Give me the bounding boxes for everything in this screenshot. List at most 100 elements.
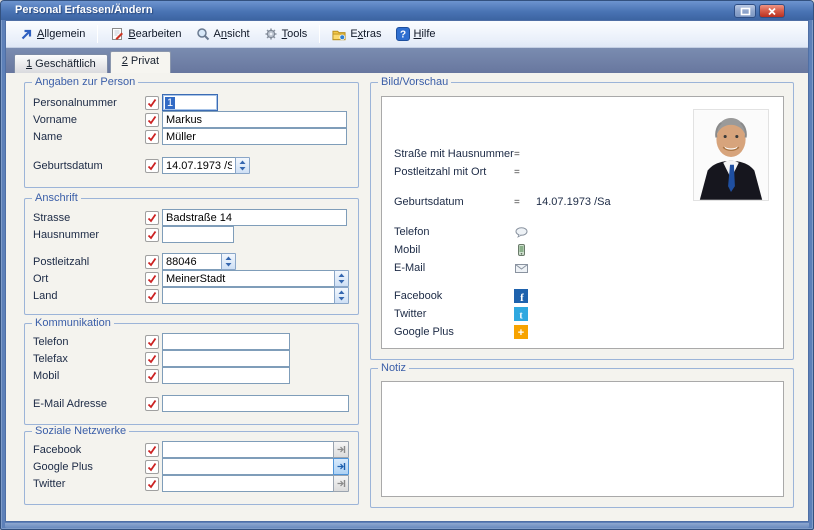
open-link-icon <box>337 479 346 488</box>
twitter-open-button[interactable] <box>333 475 349 492</box>
twitter-icon[interactable]: t <box>514 307 528 321</box>
preview-label: Geburtsdatum <box>394 196 514 208</box>
preview-label: Telefon <box>394 226 514 238</box>
preview-value: 14.07.1973 /Sa <box>536 196 611 208</box>
ansicht-button[interactable]: Ansicht <box>189 24 257 44</box>
close-icon <box>767 7 777 16</box>
preview-row-telefon: Telefon <box>382 223 783 241</box>
preview-label: Facebook <box>394 290 514 302</box>
telefax-input[interactable] <box>162 350 290 367</box>
ort-spinner[interactable] <box>334 270 349 287</box>
restore-button[interactable] <box>734 4 756 18</box>
title-bar[interactable]: Personal Erfassen/Ändern <box>1 1 813 20</box>
extras-button[interactable]: Extras <box>325 24 388 44</box>
close-button[interactable] <box>759 4 785 18</box>
ort-label: Ort <box>33 273 145 285</box>
facebook-label: Facebook <box>33 444 145 456</box>
check-icon[interactable] <box>145 352 159 366</box>
personalnummer-input[interactable]: 1 <box>162 94 218 111</box>
equals-sign: = <box>514 167 528 178</box>
check-icon[interactable] <box>145 477 159 491</box>
fieldset-notiz: Notiz <box>370 368 794 508</box>
check-icon[interactable] <box>145 460 159 474</box>
ort-input[interactable] <box>162 270 335 287</box>
window-bottom-frame[interactable] <box>5 523 809 528</box>
check-icon[interactable] <box>145 130 159 144</box>
restore-icon <box>740 7 751 16</box>
facebook-icon[interactable]: f <box>514 289 528 303</box>
check-icon[interactable] <box>145 228 159 242</box>
twitter-input[interactable] <box>162 475 334 492</box>
field-row-telefon: Telefon <box>25 333 358 350</box>
ansicht-label: Ansicht <box>214 28 250 40</box>
portrait-photo <box>693 109 769 201</box>
facebook-open-button[interactable] <box>333 441 349 458</box>
check-icon[interactable] <box>145 443 159 457</box>
preview-row-twitter: Twitter t <box>382 305 783 323</box>
fieldset-anschrift: Anschrift Strasse Hausnummer Postleit <box>24 198 359 315</box>
preview-row-mobil: Mobil <box>382 241 783 259</box>
preview-label: Google Plus <box>394 326 514 338</box>
vorname-input[interactable] <box>162 111 347 128</box>
field-row-hausnummer: Hausnummer <box>25 226 358 243</box>
hausnummer-input[interactable] <box>162 226 234 243</box>
facebook-input[interactable] <box>162 441 334 458</box>
extras-label: Extras <box>350 28 381 40</box>
telefax-label: Telefax <box>33 353 145 365</box>
preview-panel: Straße mit Hausnummer = Postleitzahl mit… <box>381 96 784 349</box>
email-input[interactable] <box>162 395 349 412</box>
preview-label: Straße mit Hausnummer <box>394 148 514 160</box>
check-icon[interactable] <box>145 289 159 303</box>
mobil-input[interactable] <box>162 367 290 384</box>
google-plus-icon[interactable]: + <box>514 325 528 339</box>
hilfe-button[interactable]: ? Hilfe <box>389 24 443 44</box>
postleitzahl-input[interactable] <box>162 253 222 270</box>
hilfe-label: Hilfe <box>414 28 436 40</box>
svg-text:f: f <box>520 292 524 303</box>
check-icon[interactable] <box>145 335 159 349</box>
bearbeiten-button[interactable]: Bearbeiten <box>103 24 188 44</box>
check-icon[interactable] <box>145 96 159 110</box>
equals-sign: = <box>514 149 528 160</box>
check-icon[interactable] <box>145 159 159 173</box>
plz-spinner[interactable] <box>221 253 236 270</box>
preview-label: Twitter <box>394 308 514 320</box>
field-row-postleitzahl: Postleitzahl <box>25 253 358 270</box>
check-icon[interactable] <box>145 272 159 286</box>
field-row-name: Name <box>25 128 358 145</box>
preview-label: Mobil <box>394 244 514 256</box>
tab-content-privat: Angaben zur Person Personalnummer 1 Vorn… <box>6 73 808 521</box>
notiz-textarea[interactable] <box>381 381 784 497</box>
telefon-input[interactable] <box>162 333 290 350</box>
preview-label: E-Mail <box>394 262 514 274</box>
arrow-up-right-icon <box>19 27 33 41</box>
date-spinner[interactable] <box>235 157 250 174</box>
name-input[interactable] <box>162 128 347 145</box>
allgemein-label: Allgemein <box>37 28 85 40</box>
field-row-mobil: Mobil <box>25 367 358 384</box>
googleplus-input[interactable] <box>162 458 334 475</box>
field-row-personalnummer: Personalnummer 1 <box>25 94 358 111</box>
check-icon[interactable] <box>145 397 159 411</box>
field-row-facebook: Facebook <box>25 441 358 458</box>
check-icon[interactable] <box>145 211 159 225</box>
spinner-arrows-icon <box>225 256 232 267</box>
geburtsdatum-input[interactable] <box>162 157 236 174</box>
land-input[interactable] <box>162 287 335 304</box>
fieldset-legend: Bild/Vorschau <box>378 76 451 88</box>
preview-row-googleplus: Google Plus + <box>382 323 783 341</box>
name-label: Name <box>33 131 145 143</box>
tools-button[interactable]: Tools <box>257 24 315 44</box>
check-icon[interactable] <box>145 255 159 269</box>
land-spinner[interactable] <box>334 287 349 304</box>
check-icon[interactable] <box>145 113 159 127</box>
googleplus-open-button[interactable] <box>333 458 349 475</box>
folder-icon <box>332 27 346 41</box>
strasse-input[interactable] <box>162 209 347 226</box>
allgemein-button[interactable]: Allgemein <box>12 24 92 44</box>
check-icon[interactable] <box>145 369 159 383</box>
tab-geschaeftlich[interactable]: 1 Geschäftlich <box>14 54 108 73</box>
personalnummer-label: Personalnummer <box>33 97 145 109</box>
mobil-label: Mobil <box>33 370 145 382</box>
tab-privat[interactable]: 2 Privat <box>110 51 171 73</box>
